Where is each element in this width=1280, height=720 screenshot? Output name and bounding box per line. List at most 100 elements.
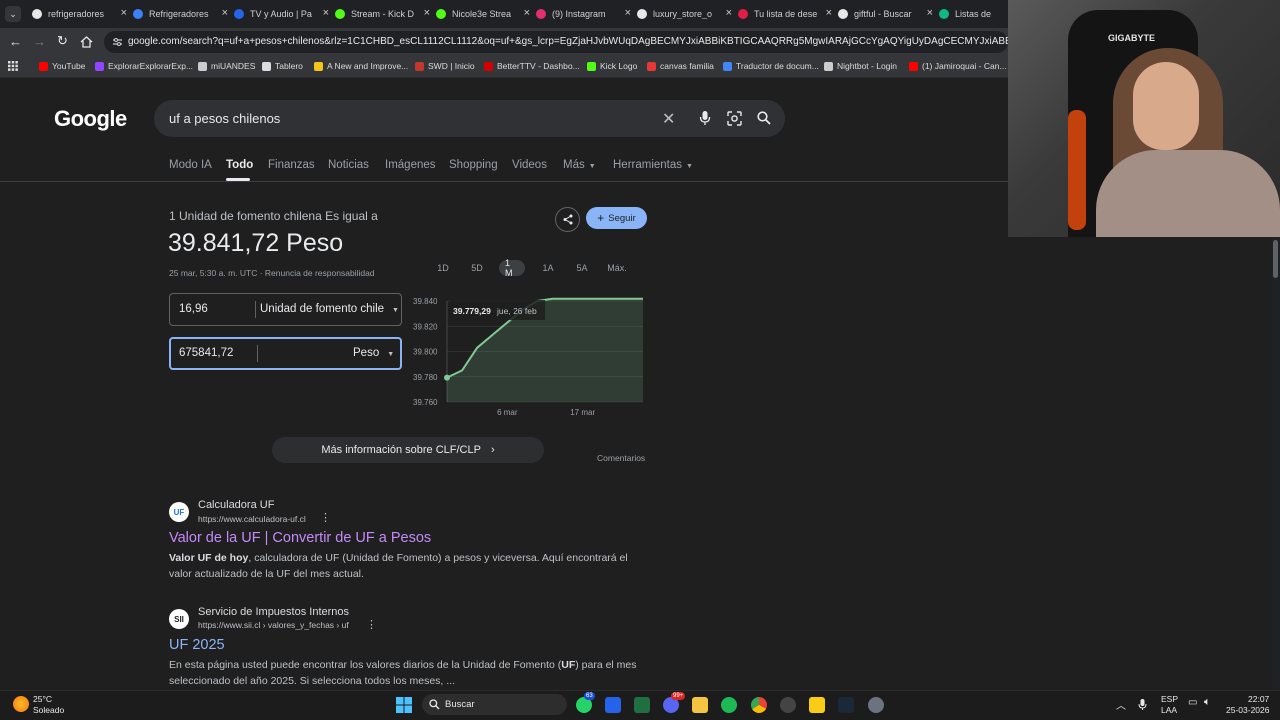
back-icon[interactable]: ← (9, 34, 22, 49)
browser-tab[interactable]: TV y Audio | Pa × (234, 4, 329, 24)
microphone-icon[interactable] (699, 110, 711, 126)
weather-desc[interactable]: Soleado (33, 705, 64, 715)
range-5d[interactable]: 5D (469, 260, 485, 276)
apps-grid-icon[interactable] (8, 61, 18, 71)
tab-close-icon[interactable]: × (222, 7, 228, 19)
to-unit-select[interactable]: Peso ▼ (353, 347, 394, 359)
more-info-button[interactable]: Más información sobre CLF/CLP › (272, 437, 544, 463)
tab-todo[interactable]: Todo (226, 159, 253, 171)
bookmark-item[interactable]: A New and Improve... (314, 61, 408, 71)
browser-tab[interactable]: luxury_store_o × (637, 4, 732, 24)
tab-close-icon[interactable]: × (524, 7, 530, 19)
range-1a[interactable]: 1A (540, 260, 556, 276)
notes-app-icon[interactable] (605, 697, 621, 713)
tab-close-icon[interactable]: × (726, 7, 732, 19)
site-info-icon[interactable] (112, 37, 123, 47)
tab-herramientas[interactable]: Herramientas ▼ (613, 159, 693, 171)
exchange-rate-chart[interactable]: 39.840 39.820 39.800 39.780 39.760 6 mar 17 m… (405, 290, 650, 420)
converter-timestamp[interactable]: 25 mar, 5:30 a. m. UTC · Renuncia de res… (169, 268, 375, 278)
tab-videos[interactable]: Videos (512, 159, 547, 171)
tab-finanzas[interactable]: Finanzas (268, 159, 315, 171)
bookmark-item[interactable]: canvas familia (647, 61, 714, 71)
obs-icon[interactable] (780, 697, 796, 713)
tab-close-icon[interactable]: × (323, 7, 329, 19)
lens-camera-icon[interactable] (727, 111, 742, 126)
tab-search-icon[interactable]: ⌄ (5, 6, 21, 22)
chrome-icon[interactable] (751, 697, 767, 713)
weather-icon[interactable] (13, 696, 29, 712)
result-site-name[interactable]: Calculadora UF (198, 499, 274, 511)
browser-tab[interactable]: (9) Instagram × (536, 4, 631, 24)
clock-date[interactable]: 25-03-2026 (1226, 705, 1269, 715)
range-1m[interactable]: 1 M (499, 258, 525, 278)
browser-tab[interactable]: Nicole3e Strea × (436, 4, 530, 24)
browser-tab[interactable]: Stream - Kick D × (335, 4, 430, 24)
scrollbar[interactable] (1272, 237, 1280, 690)
bookmark-item[interactable]: Kick Logo (587, 61, 637, 71)
windows-start-icon[interactable] (396, 697, 412, 713)
tab-close-icon[interactable]: × (424, 7, 430, 19)
bookmark-item[interactable]: Tablero (262, 61, 303, 71)
scrollbar-thumb[interactable] (1273, 240, 1278, 278)
bookmark-item[interactable]: ExplorarExplorarExp... (95, 61, 193, 71)
more-options-icon[interactable]: ⋮ (366, 618, 377, 631)
sticky-notes-icon[interactable] (809, 697, 825, 713)
bookmark-item[interactable]: Traductor de docum... (723, 61, 819, 71)
taskbar-search[interactable] (422, 694, 567, 715)
tab-mas[interactable]: Más ▼ (563, 159, 596, 171)
result-favicon[interactable]: UF (169, 502, 189, 522)
tab-close-icon[interactable]: × (121, 7, 127, 19)
browser-tab[interactable]: Listas de desec (939, 4, 1005, 24)
from-amount-input[interactable]: 16,96 (179, 303, 208, 315)
tab-shopping[interactable]: Shopping (449, 159, 498, 171)
more-options-icon[interactable]: ⋮ (320, 511, 331, 524)
tab-close-icon[interactable]: × (625, 7, 631, 19)
reload-icon[interactable]: ↻ (57, 33, 68, 49)
browser-tab[interactable]: Tu lista de dese × (738, 4, 832, 24)
clear-search-icon[interactable]: ✕ (662, 109, 675, 129)
to-amount-input[interactable]: 675841,72 (179, 347, 233, 359)
google-logo[interactable]: Google (54, 106, 127, 132)
keyboard-layout[interactable]: LAA (1161, 705, 1177, 715)
microphone-icon[interactable] (1138, 698, 1147, 711)
bookmark-item[interactable]: YouTube (39, 61, 85, 71)
forward-icon[interactable]: → (33, 34, 46, 49)
range-5a[interactable]: 5A (574, 260, 590, 276)
result-url[interactable]: https://www.calculadora-uf.cl (198, 514, 306, 524)
result-title[interactable]: UF 2025 (169, 637, 225, 653)
chevron-up-icon[interactable]: ︿ (1116, 697, 1126, 712)
tab-close-icon[interactable]: × (927, 7, 933, 19)
search-icon[interactable] (757, 111, 771, 125)
steam-icon[interactable] (838, 697, 854, 713)
excel-icon[interactable] (634, 697, 650, 713)
tab-noticias[interactable]: Noticias (328, 159, 369, 171)
browser-tab[interactable]: Refrigeradores × (133, 4, 228, 24)
from-unit-select[interactable]: Unidad de fomento chile ▼ (260, 303, 399, 315)
tab-close-icon[interactable]: × (826, 7, 832, 19)
bookmark-item[interactable]: SWD | Inicio (415, 61, 475, 71)
tab-modo-ia[interactable]: Modo IA (169, 159, 212, 171)
weather-temp[interactable]: 25°C (33, 694, 52, 704)
result-title[interactable]: Valor de la UF | Convertir de UF a Pesos (169, 530, 431, 546)
follow-button[interactable]: + Seguir (586, 207, 647, 229)
feedback-link[interactable]: Comentarios (597, 453, 645, 463)
network-icon[interactable]: ▭ (1188, 697, 1197, 708)
search-input[interactable]: uf a pesos chilenos (169, 111, 280, 126)
share-button[interactable] (555, 207, 580, 232)
file-explorer-icon[interactable] (692, 697, 708, 713)
result-site-name[interactable]: Servicio de Impuestos Internos (198, 606, 349, 618)
bookmark-item[interactable]: (1) Jamiroquai - Can... (909, 61, 1007, 71)
home-icon[interactable] (80, 36, 93, 48)
volume-icon[interactable]: 🔈︎ (1204, 696, 1211, 709)
settings-icon[interactable] (868, 697, 884, 713)
browser-tab[interactable]: giftful - Buscar × (838, 4, 933, 24)
range-1d[interactable]: 1D (435, 260, 451, 276)
result-url[interactable]: https://www.sii.cl › valores_y_fechas › … (198, 620, 349, 630)
browser-tab[interactable]: refrigeradores × (32, 4, 127, 24)
bookmark-item[interactable]: miUANDES (198, 61, 255, 71)
url-text[interactable]: google.com/search?q=uf+a+pesos+chilenos&… (128, 36, 1008, 47)
tab-imagenes[interactable]: Imágenes (385, 159, 436, 171)
bookmark-item[interactable]: BetterTTV - Dashbo... (484, 61, 580, 71)
spotify-icon[interactable] (721, 697, 737, 713)
language-indicator[interactable]: ESP (1161, 694, 1178, 704)
